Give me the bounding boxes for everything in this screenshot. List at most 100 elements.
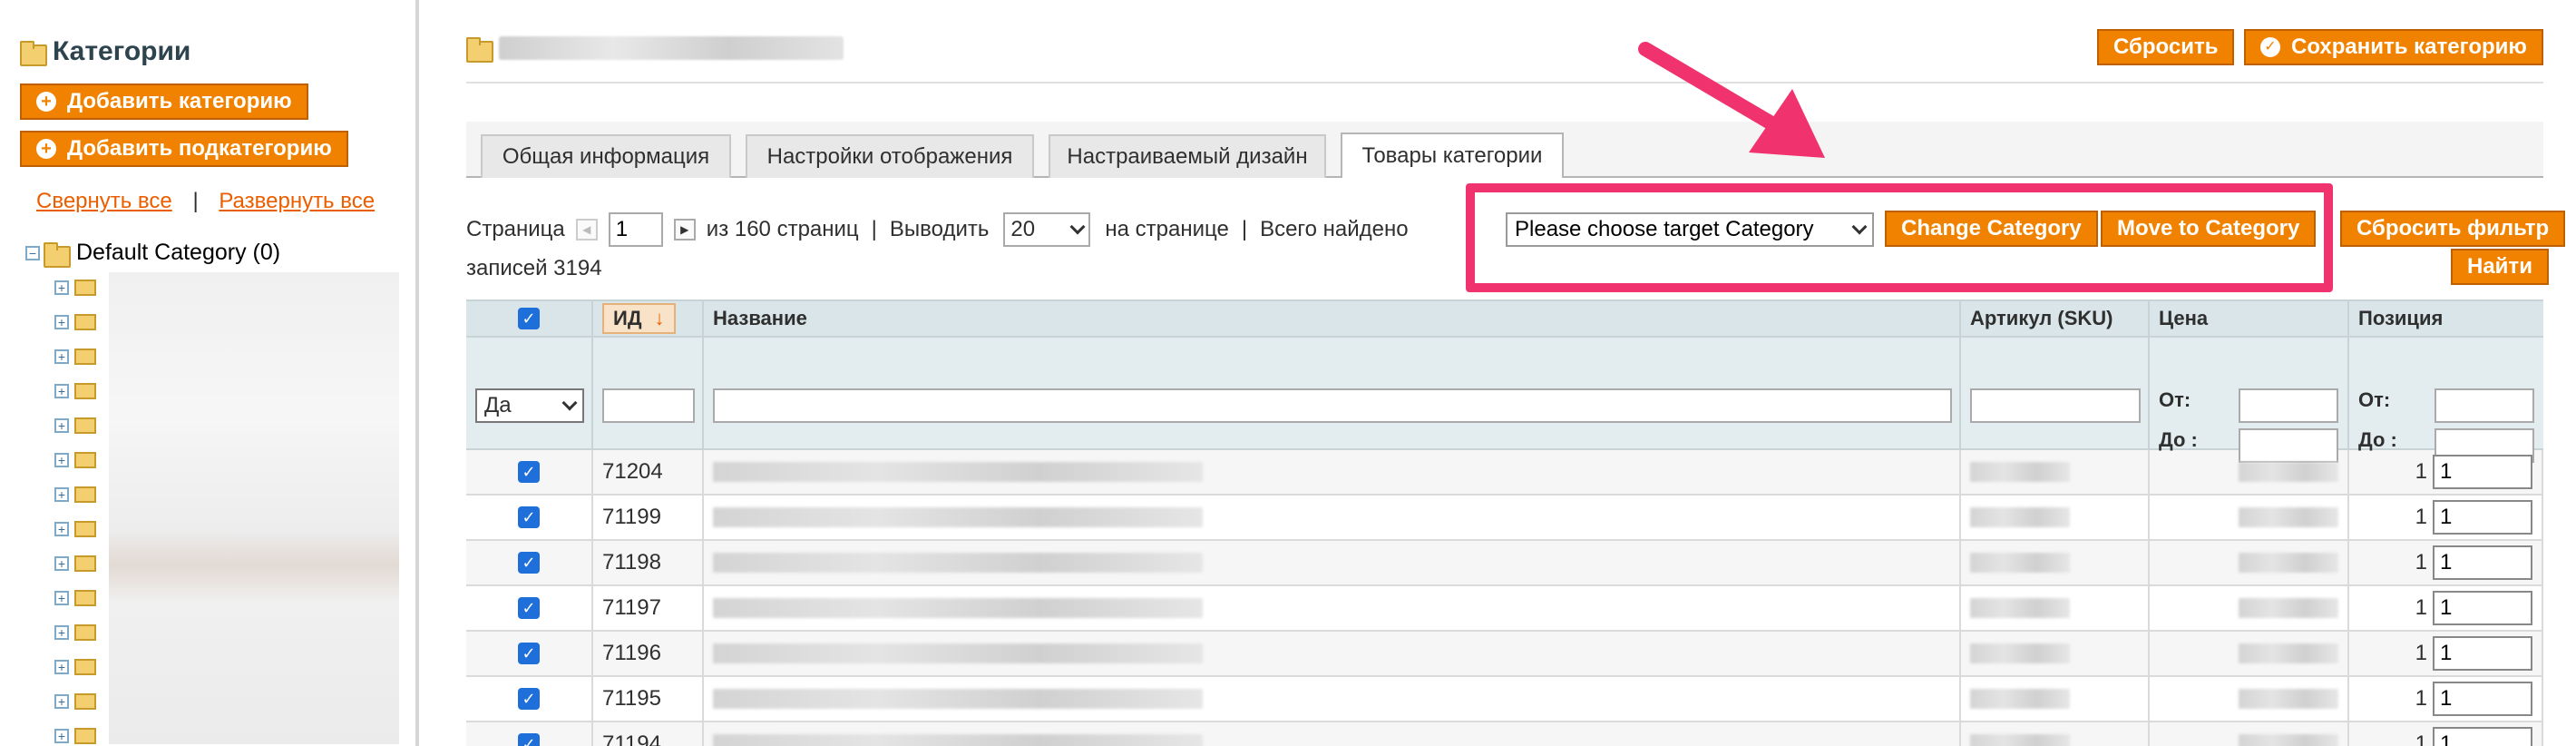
position-input[interactable] <box>2433 682 2532 716</box>
collapse-toggle-icon[interactable]: − <box>25 245 40 260</box>
header-price[interactable]: Цена <box>2150 301 2349 336</box>
folder-icon <box>74 693 96 710</box>
blurred-sku <box>1970 598 2070 618</box>
header-id[interactable]: ИД ↓ <box>593 301 704 336</box>
checkbox-checked-icon[interactable]: ✓ <box>518 461 540 483</box>
blurred-price <box>2239 689 2338 709</box>
blurred-sku <box>1970 462 2070 482</box>
folder-icon <box>74 452 96 468</box>
expand-all-link[interactable]: Развернуть все <box>219 189 375 213</box>
table-row[interactable]: ✓ 71198 1 <box>466 541 2543 586</box>
tree-node[interactable]: + <box>54 481 399 508</box>
prev-page-icon[interactable]: ◀ <box>575 219 598 240</box>
move-to-category-button[interactable]: Move to Category <box>2101 211 2317 247</box>
name-filter-input[interactable] <box>713 388 1952 423</box>
position-input[interactable] <box>2433 500 2532 535</box>
blurred-price <box>2239 462 2338 482</box>
tree-node[interactable]: + <box>54 412 399 439</box>
expand-toggle-icon[interactable]: + <box>54 384 69 398</box>
table-row[interactable]: ✓ 71194 1 <box>466 722 2543 746</box>
tree-node[interactable]: + <box>54 309 399 336</box>
page-input[interactable] <box>608 212 663 247</box>
table-row[interactable]: ✓ 71195 1 <box>466 677 2543 722</box>
sku-filter-input[interactable] <box>1970 388 2141 423</box>
expand-toggle-icon[interactable]: + <box>54 280 69 295</box>
table-row[interactable]: ✓ 71196 1 <box>466 632 2543 677</box>
price-from-input[interactable] <box>2239 388 2338 423</box>
row-position: 1 <box>2415 686 2427 711</box>
expand-toggle-icon[interactable]: + <box>54 625 69 640</box>
folder-icon <box>74 728 96 744</box>
per-page-select[interactable]: 20 <box>1003 212 1091 247</box>
tree-node[interactable]: + <box>54 515 399 543</box>
position-input[interactable] <box>2433 636 2532 671</box>
header-select-all[interactable]: ✓ <box>466 301 593 336</box>
header-position[interactable]: Позиция <box>2349 301 2543 336</box>
checkbox-checked-icon[interactable]: ✓ <box>518 688 540 710</box>
expand-toggle-icon[interactable]: + <box>54 349 69 364</box>
table-row[interactable]: ✓ 71204 1 <box>466 450 2543 496</box>
expand-toggle-icon[interactable]: + <box>54 418 69 433</box>
collapse-all-link[interactable]: Свернуть все <box>36 189 172 213</box>
tab-custom-design[interactable]: Настраиваемый дизайн <box>1049 134 1326 178</box>
folder-icon <box>74 417 96 434</box>
search-label: Найти <box>2467 254 2532 279</box>
tree-node[interactable]: + <box>54 722 399 746</box>
reset-filter-button[interactable]: Сбросить фильтр <box>2340 211 2566 247</box>
tree-node[interactable]: + <box>54 343 399 370</box>
tree-node[interactable]: + <box>54 378 399 405</box>
change-category-button[interactable]: Change Category <box>1885 211 2098 247</box>
position-to-label: До : <box>2358 428 2397 451</box>
expand-toggle-icon[interactable]: + <box>54 591 69 605</box>
id-filter-input[interactable] <box>602 388 695 423</box>
in-category-select[interactable]: Да <box>475 388 584 423</box>
expand-toggle-icon[interactable]: + <box>54 694 69 709</box>
target-category-select[interactable]: Please choose target Category <box>1506 212 1874 247</box>
position-input[interactable] <box>2433 591 2532 625</box>
header-sku[interactable]: Артикул (SKU) <box>1961 301 2150 336</box>
add-category-button[interactable]: + Добавить категорию <box>20 83 308 120</box>
search-button[interactable]: Найти <box>2451 249 2549 285</box>
table-row[interactable]: ✓ 71197 1 <box>466 586 2543 632</box>
of-pages-label: из 160 страниц <box>706 217 859 241</box>
tree-node[interactable]: + <box>54 274 399 301</box>
reset-button[interactable]: Сбросить <box>2097 29 2235 65</box>
total-found-label: Всего найдено <box>1260 217 1409 241</box>
header-name[interactable]: Название <box>704 301 1961 336</box>
checkbox-checked-icon[interactable]: ✓ <box>518 643 540 664</box>
tree-node[interactable]: + <box>54 584 399 612</box>
tree-node[interactable]: + <box>54 550 399 577</box>
add-subcategory-button[interactable]: + Добавить подкатегорию <box>20 131 348 167</box>
expand-toggle-icon[interactable]: + <box>54 487 69 502</box>
next-page-icon[interactable]: ▶ <box>673 219 696 240</box>
expand-toggle-icon[interactable]: + <box>54 522 69 536</box>
position-input[interactable] <box>2433 727 2532 746</box>
expand-toggle-icon[interactable]: + <box>54 315 69 329</box>
checkbox-checked-icon[interactable]: ✓ <box>518 506 540 528</box>
tab-category-products[interactable]: Товары категории <box>1341 133 1564 178</box>
table-row[interactable]: ✓ 71199 1 <box>466 496 2543 541</box>
expand-toggle-icon[interactable]: + <box>54 660 69 674</box>
records-count: записей 3194 <box>466 256 602 280</box>
tree-node[interactable]: + <box>54 619 399 646</box>
folder-icon <box>74 314 96 330</box>
position-input[interactable] <box>2433 545 2532 580</box>
tab-display-settings[interactable]: Настройки отображения <box>746 134 1034 178</box>
sorted-column-header[interactable]: ИД ↓ <box>602 303 676 334</box>
tree-node[interactable]: + <box>54 653 399 681</box>
position-from-input[interactable] <box>2435 388 2534 423</box>
tree-node[interactable]: + <box>54 447 399 474</box>
checkbox-checked-icon[interactable]: ✓ <box>518 552 540 574</box>
tab-general-info[interactable]: Общая информация <box>481 134 731 178</box>
checkbox-checked-icon[interactable]: ✓ <box>518 597 540 619</box>
checkbox-checked-icon[interactable]: ✓ <box>518 733 540 746</box>
expand-toggle-icon[interactable]: + <box>54 453 69 467</box>
tree-root[interactable]: − Default Category (0) <box>25 240 280 268</box>
tree-node[interactable]: + <box>54 688 399 715</box>
link-separator: | <box>192 189 199 213</box>
save-category-button[interactable]: ✓ Сохранить категорию <box>2244 29 2543 65</box>
expand-toggle-icon[interactable]: + <box>54 556 69 571</box>
position-input[interactable] <box>2433 455 2532 489</box>
checkbox-checked-icon[interactable]: ✓ <box>518 308 540 329</box>
expand-toggle-icon[interactable]: + <box>54 729 69 743</box>
